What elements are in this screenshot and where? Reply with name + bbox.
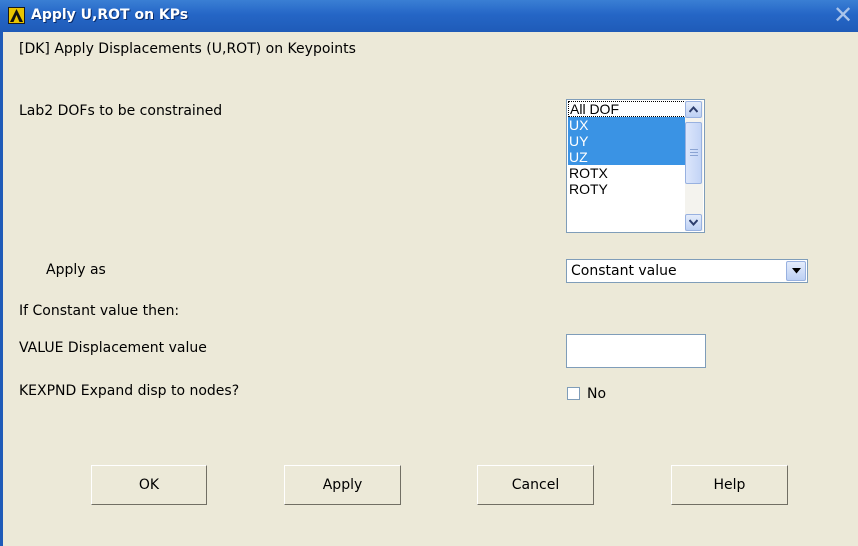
dialog-heading: [DK] Apply Displacements (U,ROT) on Keyp…	[19, 41, 356, 57]
window-title: Apply U,ROT on KPs	[31, 7, 189, 23]
lab2-label: Lab2 DOFs to be constrained	[19, 103, 223, 119]
dof-scrollbar[interactable]	[685, 101, 703, 231]
dropdown-arrow-button[interactable]	[786, 261, 806, 281]
chevron-up-icon	[689, 106, 698, 113]
displacement-value-input[interactable]	[566, 334, 706, 368]
grip-line	[690, 155, 698, 156]
grip-line	[690, 149, 698, 150]
dof-listbox[interactable]: All DOF UX UY UZ ROTX ROTY	[566, 99, 705, 233]
ansys-logo-icon	[8, 7, 25, 24]
ok-button[interactable]: OK	[91, 465, 207, 505]
list-item-rotx[interactable]: ROTX	[568, 165, 688, 181]
close-button[interactable]: ✕	[828, 2, 858, 30]
scroll-up-button[interactable]	[685, 101, 702, 118]
list-item-all-dof[interactable]: All DOF	[568, 101, 688, 117]
list-item-uz[interactable]: UZ	[568, 149, 688, 165]
list-item-roty[interactable]: ROTY	[568, 181, 688, 197]
apply-button[interactable]: Apply	[284, 465, 401, 505]
grip-line	[690, 152, 698, 153]
apply-as-label: Apply as	[46, 262, 106, 278]
window-border	[0, 32, 3, 546]
list-item-uy[interactable]: UY	[568, 133, 688, 149]
value-label: VALUE Displacement value	[19, 340, 207, 356]
kexpnd-state-label: No	[587, 386, 607, 402]
if-constant-label: If Constant value then:	[19, 303, 180, 319]
dof-list: All DOF UX UY UZ ROTX ROTY	[568, 101, 688, 197]
help-button[interactable]: Help	[671, 465, 788, 505]
title-bar[interactable]: Apply U,ROT on KPs ✕	[0, 0, 858, 32]
cancel-button[interactable]: Cancel	[477, 465, 594, 505]
scroll-thumb[interactable]	[685, 122, 702, 184]
triangle-down-icon	[792, 268, 801, 274]
chevron-down-icon	[689, 219, 698, 226]
apply-as-value: Constant value	[571, 263, 677, 279]
apply-as-select[interactable]: Constant value	[566, 259, 808, 283]
scroll-down-button[interactable]	[685, 214, 702, 231]
kexpnd-checkbox[interactable]	[567, 387, 580, 400]
kexpnd-label: KEXPND Expand disp to nodes?	[19, 383, 240, 399]
list-item-ux[interactable]: UX	[568, 117, 688, 133]
